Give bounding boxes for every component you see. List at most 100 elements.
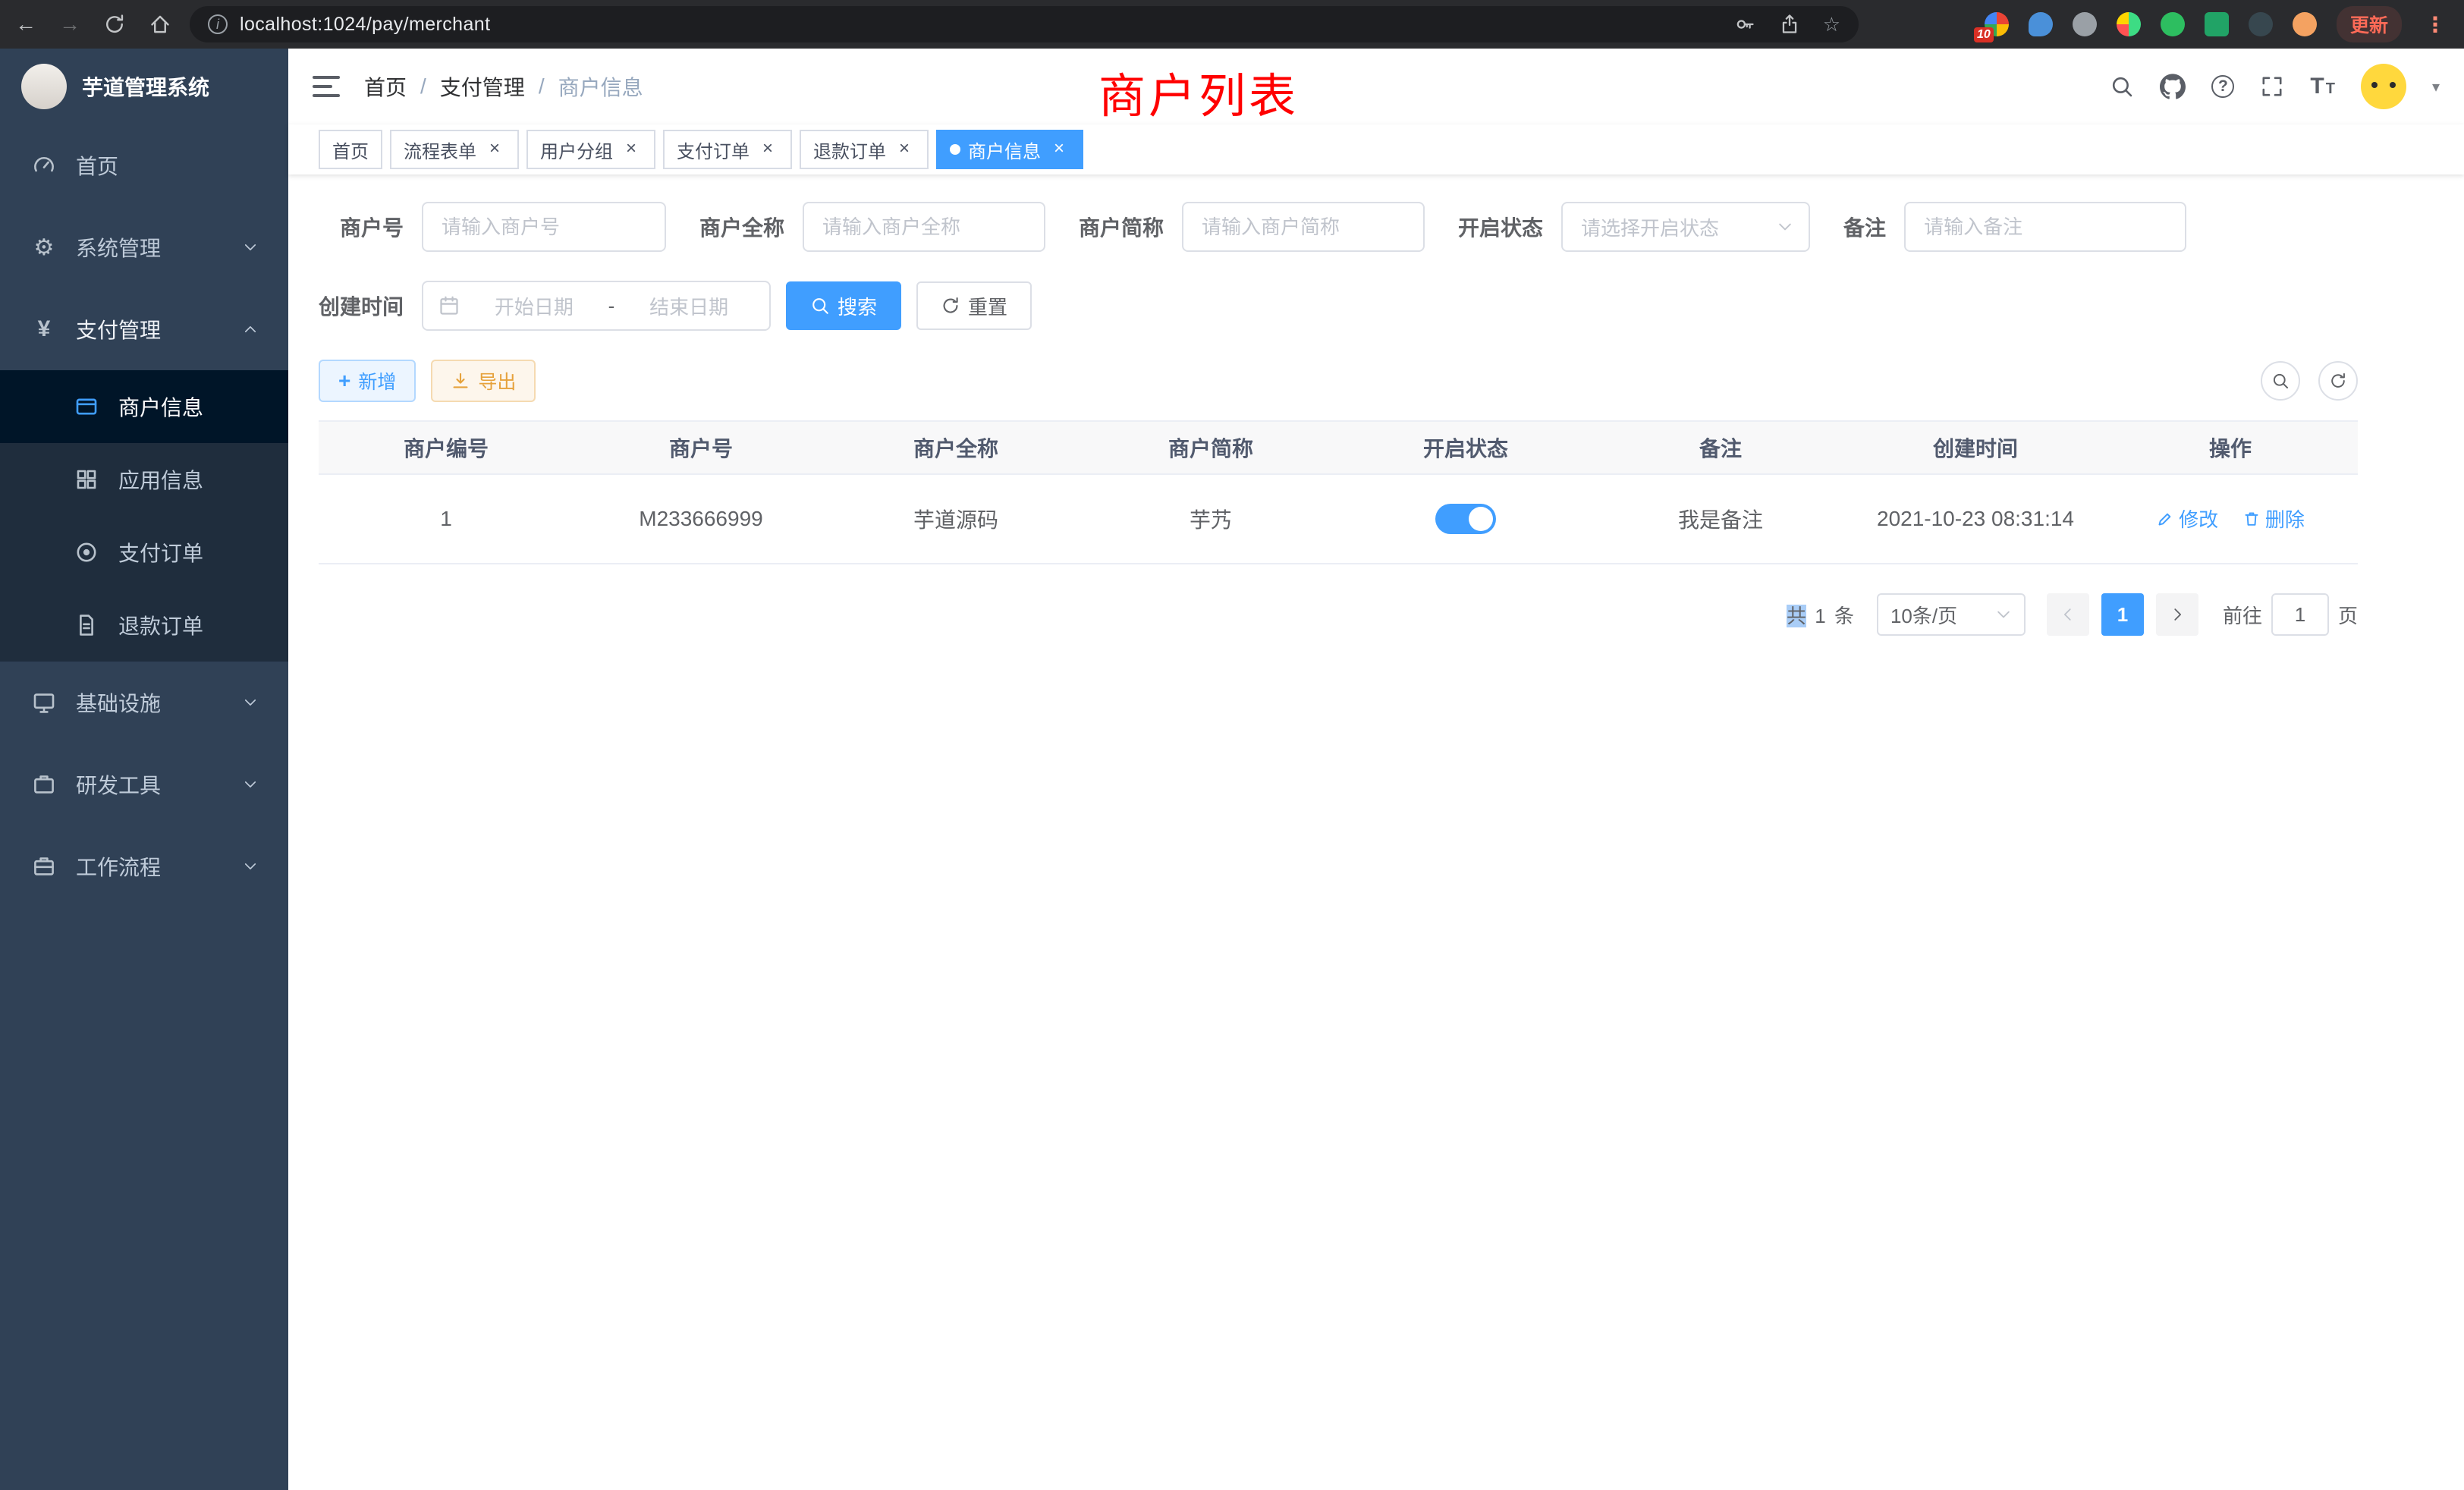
tab-close-icon[interactable]: × <box>757 139 778 160</box>
browser-chrome: ← → i localhost:1024/pay/merchant ☆ 10 更… <box>0 0 2464 49</box>
sidebar-item-dev-tools[interactable]: 研发工具 <box>0 743 288 825</box>
delete-link[interactable]: 删除 <box>2242 505 2305 533</box>
page-number-button[interactable]: 1 <box>2101 593 2144 636</box>
create-time-range-picker[interactable]: 开始日期 - 结束日期 <box>422 281 771 331</box>
sidebar-item-merchant-info[interactable]: 商户信息 <box>0 370 288 443</box>
reset-button[interactable]: 重置 <box>916 281 1032 330</box>
goto-page-input[interactable] <box>2271 593 2329 636</box>
browser-home-icon[interactable] <box>149 13 171 36</box>
toggle-search-button[interactable] <box>2261 361 2300 401</box>
status-select[interactable]: 请选择开启状态 <box>1561 202 1810 252</box>
tab-process-form[interactable]: 流程表单 × <box>390 130 519 169</box>
extension-icon[interactable] <box>2249 12 2273 36</box>
sidebar-item-infrastructure[interactable]: 基础设施 <box>0 662 288 743</box>
short-name-input[interactable] <box>1182 202 1425 252</box>
tab-refund-order[interactable]: 退款订单 × <box>800 130 929 169</box>
toolbox-icon <box>30 772 58 797</box>
sidebar-item-payment[interactable]: ¥ 支付管理 <box>0 288 288 370</box>
tab-pay-order[interactable]: 支付订单 × <box>663 130 792 169</box>
font-size-icon[interactable]: TT <box>2310 74 2335 99</box>
full-name-input[interactable] <box>803 202 1045 252</box>
search-button-label: 搜索 <box>838 292 877 320</box>
th-short-name: 商户简称 <box>1083 421 1338 474</box>
total-count: 1 <box>1815 605 1825 627</box>
help-icon[interactable]: ? <box>2211 75 2234 98</box>
filter-full-name: 商户全称 <box>699 202 1045 252</box>
site-info-icon[interactable]: i <box>208 14 228 34</box>
tab-label: 退款订单 <box>813 137 886 163</box>
app-logo[interactable]: 芋道管理系统 <box>0 49 288 124</box>
menu-label: 系统管理 <box>76 232 161 262</box>
browser-nav-controls: ← → <box>15 13 171 36</box>
tab-close-icon[interactable]: × <box>1048 139 1070 160</box>
page-size-select[interactable]: 10条/页 <box>1877 593 2026 636</box>
tab-home[interactable]: 首页 <box>319 130 382 169</box>
password-key-icon[interactable] <box>1735 14 1756 35</box>
briefcase-icon <box>30 854 58 879</box>
export-button[interactable]: 导出 <box>431 360 536 402</box>
status-toggle[interactable] <box>1435 504 1496 534</box>
extension-icon[interactable] <box>2029 12 2053 36</box>
question-mark-icon: ? <box>2211 75 2234 98</box>
sidebar-item-app-info[interactable]: 应用信息 <box>0 443 288 516</box>
extension-icon[interactable] <box>2205 12 2229 36</box>
goto-unit: 页 <box>2338 601 2358 629</box>
breadcrumb-payment[interactable]: 支付管理 <box>440 71 525 102</box>
profile-avatar-icon[interactable] <box>2293 12 2317 36</box>
url-text[interactable]: localhost:1024/pay/merchant <box>240 14 490 36</box>
prev-page-button[interactable] <box>2047 593 2089 636</box>
extension-icon[interactable] <box>2117 12 2141 36</box>
browser-refresh-icon[interactable] <box>103 13 126 36</box>
share-icon[interactable] <box>1779 14 1800 35</box>
sidebar-menu: 首页 ⚙ 系统管理 ¥ 支付管理 商户信息 <box>0 124 288 907</box>
filter-form-row-2: 创建时间 开始日期 - 结束日期 搜索 <box>319 281 2358 331</box>
sidebar-item-pay-order[interactable]: 支付订单 <box>0 516 288 589</box>
sidebar-item-home[interactable]: 首页 <box>0 124 288 206</box>
browser-extensions: 10 更新 ⋮ <box>1859 6 2449 42</box>
next-page-button[interactable] <box>2156 593 2198 636</box>
tab-merchant-info[interactable]: 商户信息 × <box>936 130 1083 169</box>
chevron-down-icon <box>243 695 258 710</box>
search-button[interactable]: 搜索 <box>786 281 901 330</box>
filter-status: 开启状态 请选择开启状态 <box>1458 202 1810 252</box>
address-bar[interactable]: i localhost:1024/pay/merchant ☆ <box>190 6 1859 42</box>
menu-label: 基础设施 <box>76 687 161 718</box>
tab-close-icon[interactable]: × <box>484 139 505 160</box>
short-name-label: 商户简称 <box>1079 212 1164 242</box>
edit-link[interactable]: 修改 <box>2156 505 2218 533</box>
extension-icon[interactable] <box>2161 12 2185 36</box>
browser-forward-icon[interactable]: → <box>59 14 80 35</box>
fullscreen-icon[interactable] <box>2260 74 2284 99</box>
app-title: 芋道管理系统 <box>82 71 209 102</box>
tab-close-icon[interactable]: × <box>621 139 642 160</box>
sidebar-item-refund-order[interactable]: 退款订单 <box>0 589 288 662</box>
merchant-no-input[interactable] <box>422 202 666 252</box>
tab-user-group[interactable]: 用户分组 × <box>526 130 655 169</box>
avatar-caret-icon[interactable]: ▾ <box>2432 77 2440 96</box>
cell-merchant-no: M233666999 <box>574 474 828 564</box>
refresh-table-button[interactable] <box>2318 361 2358 401</box>
filter-short-name: 商户简称 <box>1079 202 1425 252</box>
browser-update-button[interactable]: 更新 <box>2337 6 2402 42</box>
extension-icon[interactable] <box>2073 12 2097 36</box>
github-icon[interactable] <box>2160 74 2186 99</box>
remark-label: 备注 <box>1843 212 1886 242</box>
sidebar-item-system[interactable]: ⚙ 系统管理 <box>0 206 288 288</box>
browser-back-icon[interactable]: ← <box>15 14 36 35</box>
menu-label: 商户信息 <box>118 391 203 422</box>
font-size-small-glyph: T <box>2326 80 2335 98</box>
app-frame: 芋道管理系统 首页 ⚙ 系统管理 ¥ 支付管理 <box>0 49 2464 1490</box>
hamburger-icon[interactable] <box>313 74 340 99</box>
user-avatar[interactable] <box>2361 64 2406 109</box>
browser-menu-icon[interactable]: ⋮ <box>2422 12 2449 37</box>
add-button[interactable]: + 新增 <box>319 360 416 402</box>
sidebar-item-workflow[interactable]: 工作流程 <box>0 825 288 907</box>
date-end-placeholder: 结束日期 <box>624 292 754 320</box>
search-icon[interactable] <box>2110 74 2134 99</box>
font-size-large-glyph: T <box>2310 74 2324 99</box>
tab-close-icon[interactable]: × <box>894 139 915 160</box>
extension-icon[interactable]: 10 <box>1985 12 2009 36</box>
remark-input[interactable] <box>1904 202 2186 252</box>
breadcrumb-home[interactable]: 首页 <box>364 71 407 102</box>
bookmark-star-icon[interactable]: ☆ <box>1823 13 1840 36</box>
